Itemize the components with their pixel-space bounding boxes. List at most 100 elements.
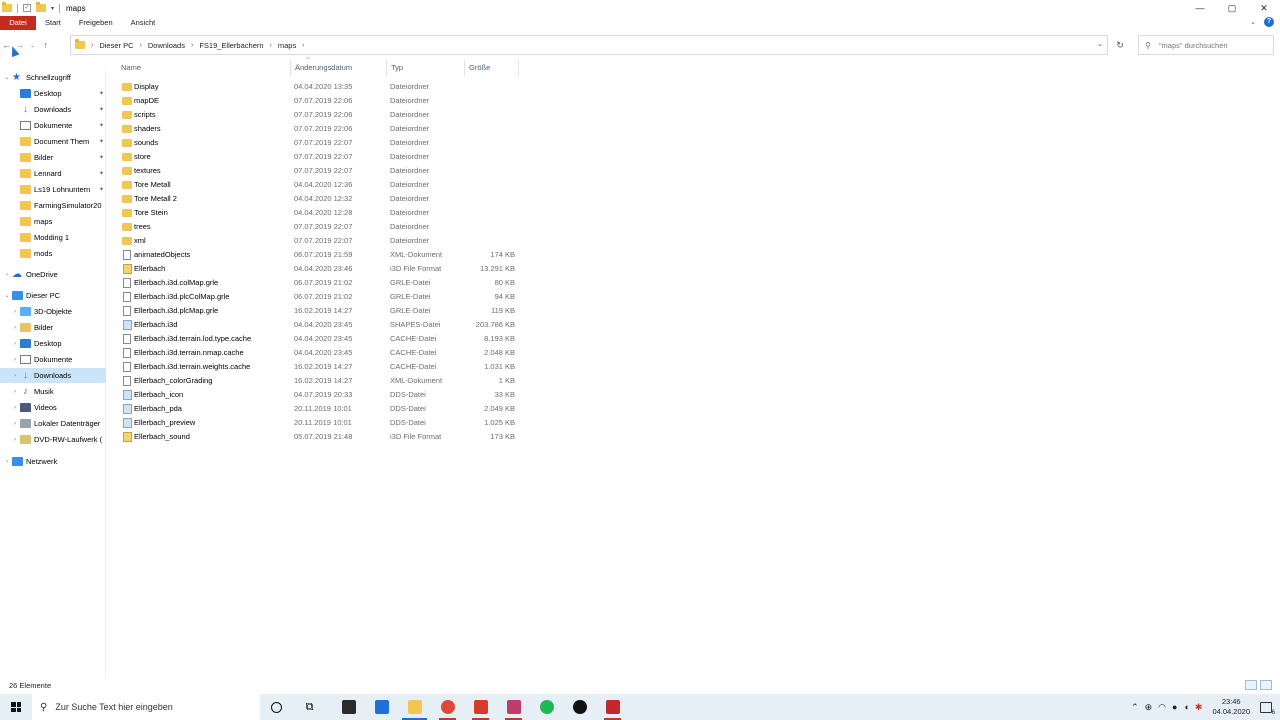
up-button[interactable]: ↑	[39, 35, 52, 55]
file-row[interactable]: trees 07.07.2019 22:07 Dateiordner	[107, 220, 527, 234]
expand-chevron-icon[interactable]: ›	[2, 459, 12, 465]
nav-pc-item[interactable]: › Desktop	[0, 336, 106, 351]
breadcrumb-dieser-pc[interactable]: Dieser PC	[99, 41, 133, 50]
expand-chevron-icon[interactable]: ›	[10, 373, 20, 379]
file-row[interactable]: Ellerbach_pda 20.11.2019 10:01 DDS-Datei 2.…	[107, 402, 527, 416]
taskbar-app[interactable]	[596, 694, 629, 720]
file-row[interactable]: Ellerbach_sound 05.07.2019 21:48 i3D File …	[107, 430, 527, 444]
details-view-button[interactable]	[1245, 680, 1257, 690]
expand-chevron-icon[interactable]: ›	[10, 325, 20, 331]
file-row[interactable]: Ellerbach_colorGrading 16.02.2019 14:27 XM…	[107, 374, 527, 388]
nav-quick-item[interactable]: mods	[0, 246, 106, 261]
help-icon[interactable]: ?	[1264, 17, 1274, 27]
file-row[interactable]: shaders 07.07.2019 22:06 Dateiordner	[107, 122, 527, 136]
column-type[interactable]: Typ	[387, 60, 465, 76]
nav-this-pc[interactable]: ⌄ Dieser PC	[0, 288, 106, 303]
cortana-button[interactable]	[260, 694, 293, 720]
address-bar[interactable]: › Dieser PC › Downloads › FS19_Ellerbach…	[70, 35, 1108, 55]
app-tray-icon[interactable]: ✱	[1195, 702, 1203, 713]
nav-network[interactable]: › Netzwerk	[0, 454, 106, 469]
file-row[interactable]: Ellerbach.i3d 04.04.2020 23:45 SHAPES-Date…	[107, 318, 527, 332]
file-row[interactable]: scripts 07.07.2019 22:06 Dateiordner	[107, 108, 527, 122]
file-row[interactable]: Ellerbach.i3d.terrain.lod.type.cache 04.0…	[107, 332, 527, 346]
expand-chevron-icon[interactable]: ›	[10, 405, 20, 411]
column-name[interactable]: Name	[117, 60, 291, 76]
nav-pc-item[interactable]: › 3D-Objekte	[0, 304, 106, 319]
taskbar-app[interactable]	[497, 694, 530, 720]
nav-quick-item[interactable]: Bilder ✦	[0, 150, 106, 165]
start-button[interactable]	[0, 694, 32, 720]
breadcrumb-separator[interactable]: ›	[140, 42, 142, 49]
nav-pc-item[interactable]: › DVD-RW-Laufwerk (	[0, 432, 106, 447]
task-view-button[interactable]: ⧉	[293, 694, 326, 720]
file-row[interactable]: xml 07.07.2019 22:07 Dateiordner	[107, 234, 527, 248]
clock[interactable]: 23:46 04.04.2020	[1212, 697, 1250, 717]
file-row[interactable]: Ellerbach.i3d.colMap.grle 06.07.2019 21:0…	[107, 276, 527, 290]
nav-quick-access[interactable]: ⌄ ★ Schnellzugriff	[0, 70, 106, 85]
notification-icon[interactable]	[1260, 701, 1275, 716]
properties-icon[interactable]: ✓	[23, 4, 31, 12]
maximize-button[interactable]: ▢	[1216, 0, 1248, 16]
microphone-icon[interactable]: ●	[1172, 702, 1177, 712]
column-size[interactable]: Größe	[465, 60, 519, 76]
breadcrumb-separator[interactable]: ›	[302, 42, 304, 49]
search-input[interactable]: ⚲ "maps" durchsuchen	[1138, 35, 1274, 55]
network-icon[interactable]: ⊕	[1145, 702, 1153, 713]
file-row[interactable]: store 07.07.2019 22:07 Dateiordner	[107, 150, 527, 164]
tab-start[interactable]: Start	[36, 16, 70, 30]
taskbar-app[interactable]	[530, 694, 563, 720]
breadcrumb-separator[interactable]: ›	[191, 42, 193, 49]
tab-freigeben[interactable]: Freigeben	[70, 16, 122, 30]
file-row[interactable]: Ellerbach.i3d.plcColMap.grle 06.07.2019 2…	[107, 290, 527, 304]
file-row[interactable]: Ellerbach_icon 04.07.2019 20:33 DDS-Datei 3…	[107, 388, 527, 402]
nav-quick-item[interactable]: FarmingSimulator20	[0, 198, 106, 213]
wifi-icon[interactable]: ◠	[1158, 702, 1166, 713]
chevron-down-icon[interactable]: ⌄	[1097, 40, 1103, 48]
column-date[interactable]: Änderungsdatum	[291, 60, 387, 76]
file-row[interactable]: Tore Metall 04.04.2020 12:36 Dateiordner	[107, 178, 527, 192]
file-row[interactable]: Ellerbach_preview 20.11.2019 10:01 DDS-Dat…	[107, 416, 527, 430]
taskbar-app[interactable]	[563, 694, 596, 720]
expand-chevron-icon[interactable]: ›	[10, 309, 20, 315]
breadcrumb-fs19[interactable]: FS19_Ellerbachern	[199, 41, 263, 50]
file-row[interactable]: Ellerbach.i3d.plcMap.grle 16.02.2019 14:2…	[107, 304, 527, 318]
expand-chevron-icon[interactable]: ›	[10, 357, 20, 363]
expand-chevron-icon[interactable]: ›	[10, 389, 20, 395]
file-row[interactable]: Ellerbach 04.04.2020 23:46 i3D File Format…	[107, 262, 527, 276]
breadcrumb-separator[interactable]: ›	[91, 42, 93, 49]
nav-quick-item[interactable]: Modding 1	[0, 230, 106, 245]
recent-locations-button[interactable]: ⌄	[26, 35, 39, 55]
taskbar-search[interactable]: ⚲ Zur Suche Text hier eingeben	[32, 694, 260, 720]
expand-chevron-icon[interactable]: ›	[10, 341, 20, 347]
nav-pc-item[interactable]: › Dokumente	[0, 352, 106, 367]
file-row[interactable]: Tore Stein 04.04.2020 12:28 Dateiordner	[107, 206, 527, 220]
file-row[interactable]: animatedObjects 06.07.2019 21:59 XML-Dokum…	[107, 248, 527, 262]
breadcrumb-separator[interactable]: ›	[270, 42, 272, 49]
expand-ribbon-icon[interactable]: ⌄	[1250, 18, 1256, 26]
expand-chevron-icon[interactable]: ›	[2, 272, 12, 278]
breadcrumb-maps[interactable]: maps	[278, 41, 296, 50]
nav-pc-item[interactable]: › ↓ Downloads	[0, 368, 106, 383]
nav-pc-item[interactable]: › Bilder	[0, 320, 106, 335]
nav-pc-item[interactable]: › ♪ Musik	[0, 384, 106, 399]
nav-onedrive[interactable]: › ☁ OneDrive	[0, 267, 106, 282]
chevron-down-icon[interactable]: ▾	[51, 5, 54, 12]
nav-quick-item[interactable]: Desktop ✦	[0, 86, 106, 101]
new-folder-icon[interactable]	[36, 2, 46, 12]
tab-ansicht[interactable]: Ansicht	[122, 16, 165, 30]
expand-chevron-icon[interactable]: ⌄	[2, 292, 12, 299]
expand-chevron-icon[interactable]: ›	[10, 421, 20, 427]
taskbar-app[interactable]	[464, 694, 497, 720]
expand-chevron-icon[interactable]: ⌄	[2, 74, 12, 81]
file-row[interactable]: textures 07.07.2019 22:07 Dateiordner	[107, 164, 527, 178]
volume-icon[interactable]: ◖	[1183, 702, 1188, 712]
file-row[interactable]: Ellerbach.i3d.terrain.weights.cache 16.02…	[107, 360, 527, 374]
nav-quick-item[interactable]: Lennard ✦	[0, 166, 106, 181]
nav-quick-item[interactable]: Ls19 Lohnuntern ✦	[0, 182, 106, 197]
nav-pc-item[interactable]: › Lokaler Datenträger	[0, 416, 106, 431]
taskbar-app[interactable]	[398, 694, 431, 720]
nav-quick-item[interactable]: Dokumente ✦	[0, 118, 106, 133]
expand-chevron-icon[interactable]: ›	[10, 437, 20, 443]
file-row[interactable]: Tore Metall 2 04.04.2020 12:32 Dateiordner	[107, 192, 527, 206]
file-row[interactable]: mapDE 07.07.2019 22:06 Dateiordner	[107, 94, 527, 108]
